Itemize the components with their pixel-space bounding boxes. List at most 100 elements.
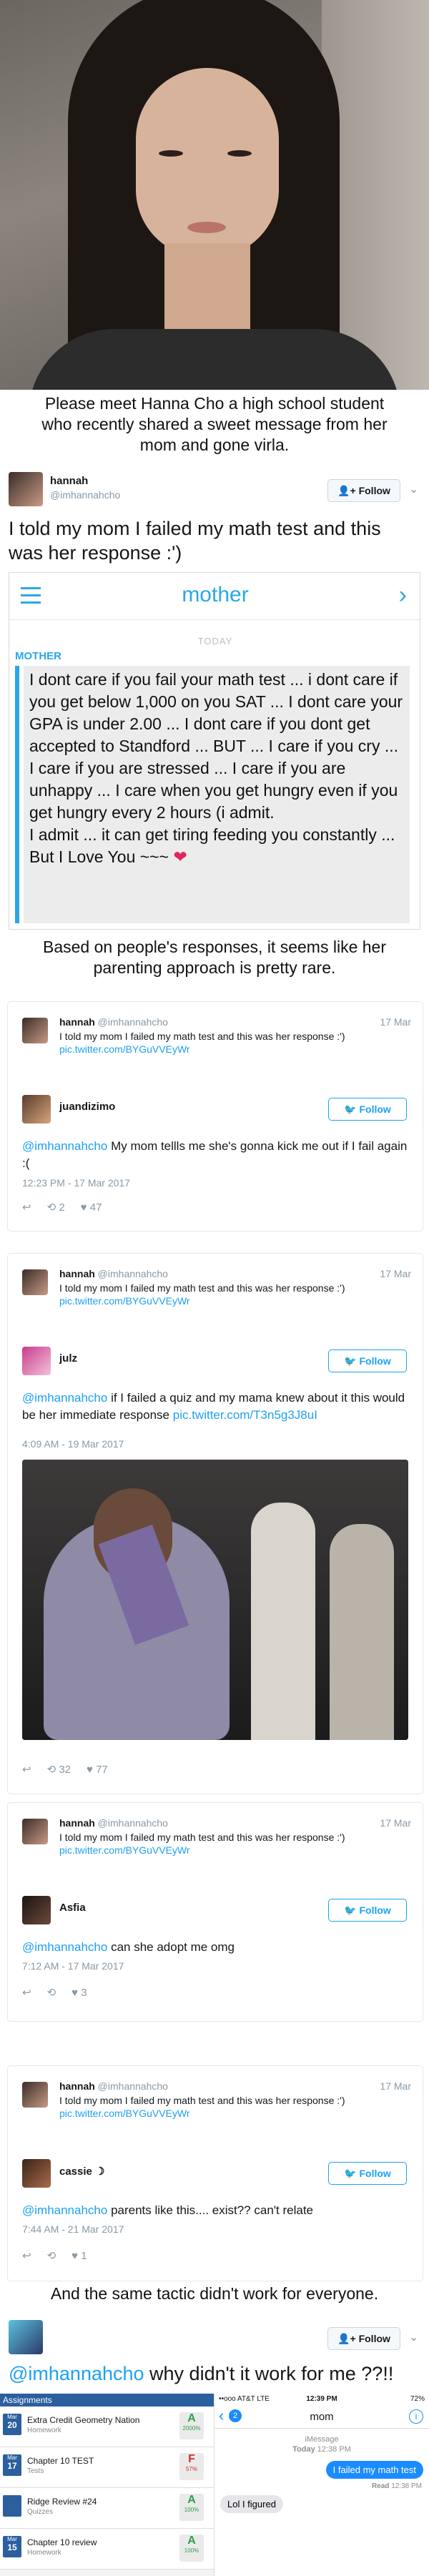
- sender-label: MOTHER: [15, 650, 61, 662]
- retweet-icon[interactable]: ⟲: [47, 2249, 56, 2262]
- read-receipt: Read 12:38 PM: [371, 2482, 422, 2490]
- avatar[interactable]: [22, 2159, 51, 2188]
- retweet-icon[interactable]: ⟲ 32: [47, 1763, 71, 1776]
- quoted-date[interactable]: 17 Mar: [380, 1016, 411, 1028]
- reply-icon[interactable]: ↩: [22, 1986, 31, 1999]
- avatar[interactable]: [9, 2320, 43, 2354]
- assignment-row[interactable]: Mar 15 Chapter 10 review Homework A 100%: [0, 2529, 214, 2570]
- reply-icon[interactable]: ↩: [22, 1763, 31, 1776]
- follow-button[interactable]: 👤+ Follow: [327, 2327, 400, 2350]
- tweet-actions: ↩ ⟲ ♥ 1: [22, 2249, 87, 2263]
- reply-icon[interactable]: ↩: [22, 1201, 31, 1214]
- reply-card: hannah @imhannahcho 17 Mar I told my mom…: [7, 1802, 423, 2022]
- follow-button[interactable]: 🐦 Follow: [328, 1899, 407, 1922]
- quoted-date[interactable]: 17 Mar: [380, 1817, 411, 1829]
- quoted-name[interactable]: hannah: [59, 2080, 95, 2092]
- reply-text: @imhannahcho My mom tellls me she's gonn…: [22, 1139, 408, 1170]
- reply-name[interactable]: cassie ☽: [59, 2165, 105, 2178]
- follow-button[interactable]: 🐦 Follow: [328, 2162, 407, 2185]
- like-icon[interactable]: ♥ 1: [72, 2250, 87, 2262]
- thread-timestamp: Today 12:38 PM: [292, 2445, 351, 2454]
- quoted-name[interactable]: hannah: [59, 1268, 95, 1279]
- reply-time[interactable]: 7:44 AM - 21 Mar 2017: [22, 2223, 124, 2235]
- quoted-date[interactable]: 17 Mar: [380, 1268, 411, 1279]
- quoted-date[interactable]: 17 Mar: [380, 2080, 411, 2092]
- avatar[interactable]: [22, 1347, 51, 1375]
- chevron-down-icon[interactable]: ⌄: [409, 482, 418, 496]
- grade-badge: F 57%: [179, 2453, 204, 2480]
- retweet-icon[interactable]: ⟲ 2: [47, 1201, 65, 1214]
- quoted-text: I told my mom I failed my math test and …: [59, 1832, 345, 1843]
- reply-name[interactable]: juandizimo: [59, 1101, 115, 1113]
- reply-name[interactable]: Asfia: [59, 1902, 86, 1914]
- reply-time[interactable]: 7:12 AM - 17 Mar 2017: [22, 1960, 124, 1972]
- received-bubble[interactable]: Lol I figured: [220, 2495, 283, 2513]
- reply-text: @imhannahcho can she adopt me omg: [22, 1940, 235, 1954]
- day-label: TODAY: [197, 636, 233, 647]
- grade-badge: A 100%: [179, 2535, 204, 2562]
- assignment-row[interactable]: Mar 20 Extra Credit Geometry Nation Homewor…: [0, 2407, 214, 2447]
- chevron-down-icon[interactable]: ⌄: [409, 2330, 418, 2344]
- message-bubble: I dont care if you fail your math test .…: [24, 666, 410, 923]
- follow-button[interactable]: 🐦 Follow: [328, 1098, 407, 1121]
- quoted-text: I told my mom I failed my math test and …: [59, 2095, 345, 2106]
- follow-button[interactable]: 👤+ Follow: [327, 479, 400, 502]
- author-handle[interactable]: @imhannahcho: [50, 489, 120, 501]
- quoted-text: I told my mom I failed my math test and …: [59, 1282, 345, 1294]
- quoted-link[interactable]: pic.twitter.com/BYGuVVEyWr: [59, 1844, 190, 1856]
- grade-badge: A 2000%: [179, 2412, 204, 2439]
- quoted-handle[interactable]: @imhannahcho: [98, 1268, 168, 1279]
- assignment-type: Quizzes: [27, 2508, 54, 2516]
- avatar[interactable]: [22, 1896, 51, 1924]
- like-icon[interactable]: ♥ 77: [87, 1764, 108, 1776]
- grades-screenshot: Assignments Mar 20 Extra Credit Geometry N…: [0, 2394, 214, 2576]
- assignment-type: Tests: [27, 2467, 44, 2475]
- follow-button[interactable]: 🐦 Follow: [328, 1350, 407, 1372]
- tweet-actions: ↩ ⟲ 32 ♥ 77: [22, 1763, 108, 1776]
- chevron-right-icon[interactable]: ›: [399, 581, 407, 609]
- reply-time[interactable]: 4:09 AM - 19 Mar 2017: [22, 1438, 124, 1450]
- avatar[interactable]: [9, 472, 43, 506]
- assignment-title: Ridge Review #24: [27, 2497, 97, 2507]
- intro-caption: Please meet Hanna Cho a high school stud…: [41, 394, 388, 454]
- avatar[interactable]: [22, 2082, 48, 2108]
- attached-photo[interactable]: [22, 1460, 408, 1740]
- quoted-handle[interactable]: @imhannahcho: [98, 2080, 168, 2092]
- quoted-name[interactable]: hannah: [59, 1817, 95, 1829]
- quoted-handle[interactable]: @imhannahcho: [98, 1016, 168, 1028]
- assignment-row[interactable]: Mar 17 Chapter 10 TEST Tests F 57%: [0, 2447, 214, 2488]
- like-icon[interactable]: ♥ 47: [81, 1201, 102, 1214]
- reply-name[interactable]: julz: [59, 1352, 77, 1365]
- reply-card: hannah @imhannahcho 17 Mar I told my mom…: [7, 2065, 423, 2281]
- date-badge: [3, 2495, 21, 2517]
- reply-text: @imhannahcho if I failed a quiz and my m…: [22, 1391, 405, 1422]
- grade-badge: A 100%: [179, 2494, 204, 2521]
- avatar[interactable]: [22, 1819, 48, 1844]
- date-badge: Mar 20: [3, 2414, 21, 2435]
- quoted-handle[interactable]: @imhannahcho: [98, 1817, 168, 1829]
- info-icon[interactable]: i: [409, 2409, 423, 2424]
- quoted-name[interactable]: hannah: [59, 1016, 95, 1028]
- avatar[interactable]: [22, 1269, 48, 1295]
- reply-card: hannah @imhannahcho 17 Mar I told my mom…: [7, 1253, 423, 1794]
- quoted-link[interactable]: pic.twitter.com/BYGuVVEyWr: [59, 2108, 190, 2119]
- clock: 12:39 PM: [306, 2395, 337, 2403]
- final-tweet-header: 👤+ Follow ⌄: [0, 2320, 429, 2356]
- assignment-type: Homework: [27, 2549, 61, 2557]
- retweet-icon[interactable]: ⟲: [47, 1986, 56, 1999]
- sent-bubble[interactable]: I failed my math test: [325, 2461, 423, 2479]
- message-body-2: I admit ... it can get tiring feeding yo…: [29, 825, 395, 866]
- date-badge: Mar 15: [3, 2536, 21, 2557]
- quoted-link[interactable]: pic.twitter.com/BYGuVVEyWr: [59, 1295, 190, 1307]
- avatar[interactable]: [22, 1018, 48, 1043]
- quoted-link[interactable]: pic.twitter.com/BYGuVVEyWr: [59, 1043, 190, 1055]
- reply-time[interactable]: 12:23 PM - 17 Mar 2017: [22, 1177, 130, 1189]
- contact-name[interactable]: mom: [214, 2411, 429, 2423]
- add-user-icon: 👤+: [337, 2333, 359, 2344]
- service-label: iMessage: [305, 2435, 339, 2444]
- reply-icon[interactable]: ↩: [22, 2249, 31, 2262]
- assignment-row[interactable]: Ridge Review #24 Quizzes A 100%: [0, 2488, 214, 2529]
- author-name[interactable]: hannah: [50, 475, 88, 487]
- like-icon[interactable]: ♥ 3: [72, 1987, 87, 1999]
- avatar[interactable]: [22, 1095, 51, 1124]
